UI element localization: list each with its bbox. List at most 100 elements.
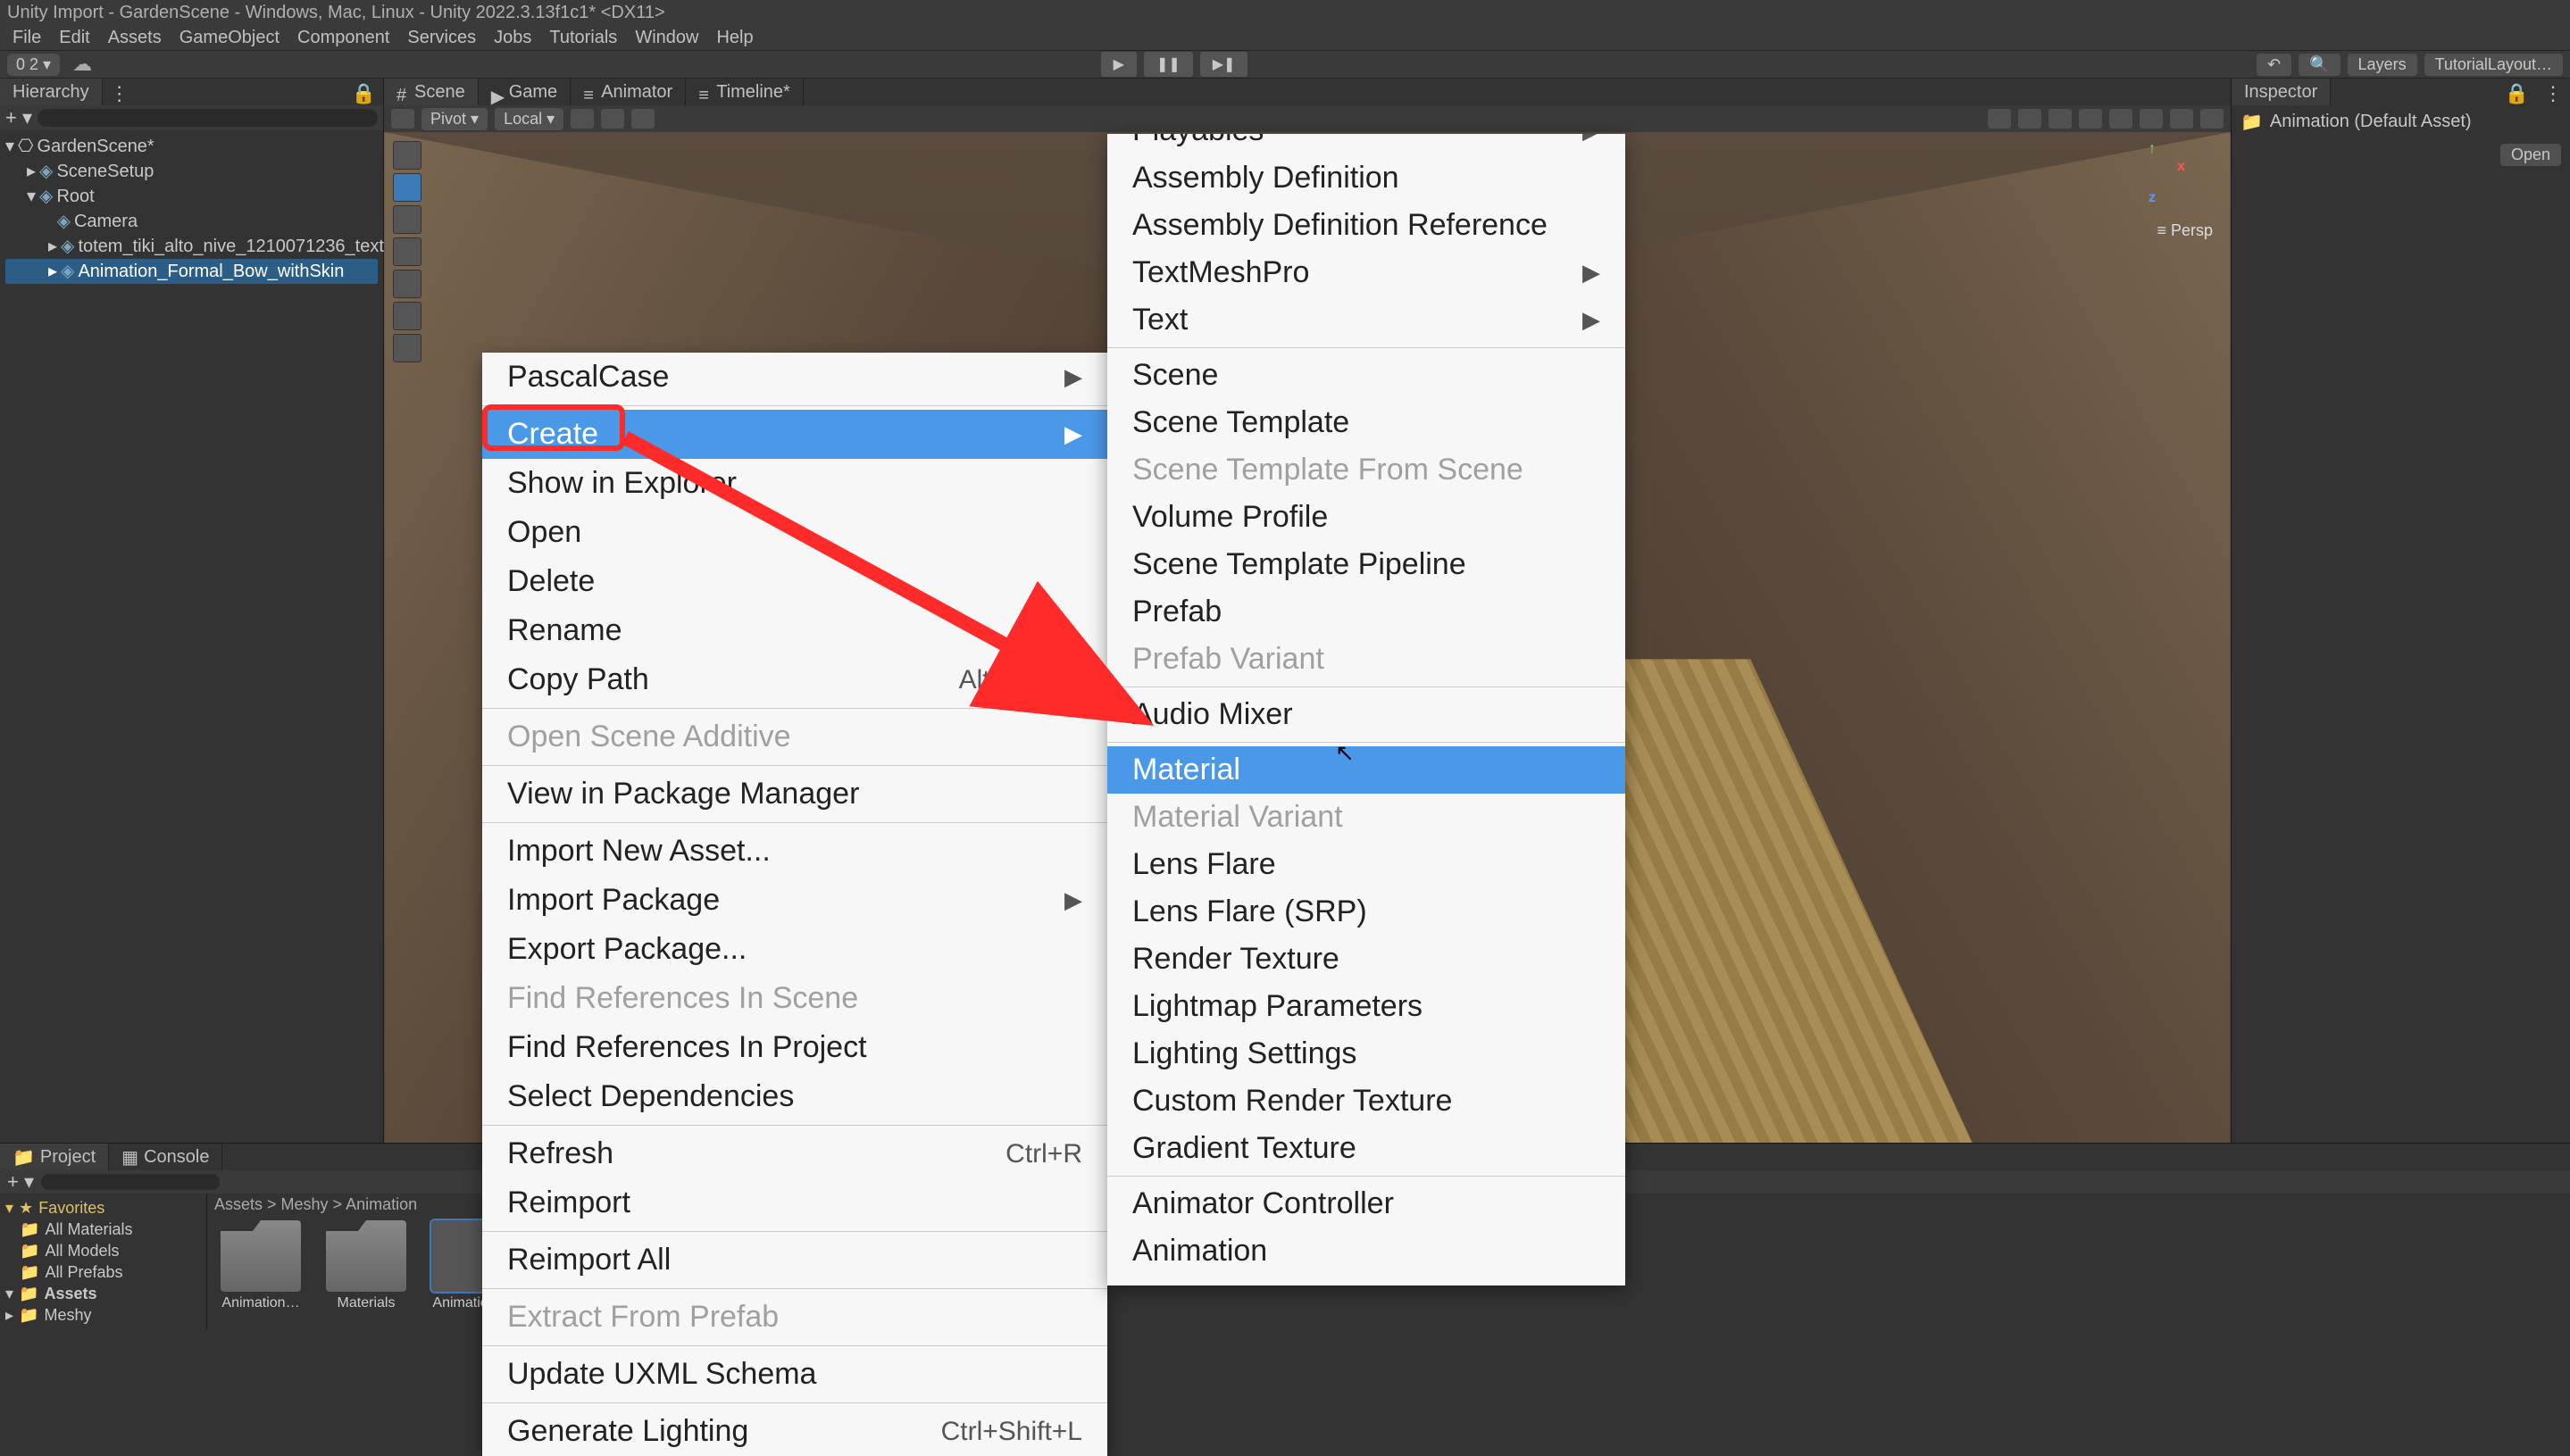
layout-dropdown[interactable]: TutorialLayout…: [2424, 54, 2563, 76]
open-button[interactable]: Open: [2500, 144, 2561, 166]
assets-context-menu[interactable]: PascalCase▶Create▶Show in ExplorerOpenDe…: [482, 353, 1107, 1456]
create-item-lens-flare-srp-[interactable]: Lens Flare (SRP): [1107, 888, 1625, 936]
expand-icon[interactable]: ▾: [5, 1283, 13, 1304]
ctx-item-open[interactable]: Open: [482, 508, 1107, 557]
create-item-scene-template[interactable]: Scene Template: [1107, 399, 1625, 446]
expand-icon[interactable]: ▾: [5, 134, 14, 159]
create-item-render-texture[interactable]: Render Texture: [1107, 936, 1625, 983]
draw-mode-icon[interactable]: [1988, 109, 2011, 129]
ctx-item-view-in-package-manager[interactable]: View in Package Manager: [482, 770, 1107, 819]
hierarchy-item[interactable]: ▸◈Animation_Formal_Bow_withSkin: [5, 259, 378, 284]
create-item-gradient-texture[interactable]: Gradient Texture: [1107, 1125, 1625, 1172]
ctx-item-generate-lighting[interactable]: Generate LightingCtrl+Shift+L: [482, 1407, 1107, 1456]
menu-help[interactable]: Help: [707, 26, 762, 50]
expand-icon[interactable]: [5, 1219, 14, 1240]
create-item-scene[interactable]: Scene: [1107, 352, 1625, 399]
search-icon[interactable]: 🔍: [2299, 54, 2340, 76]
hierarchy-search[interactable]: [38, 109, 378, 127]
folder-tree-item[interactable]: ▾📁Assets: [5, 1283, 201, 1304]
hierarchy-item[interactable]: ▾◈Root: [5, 184, 378, 209]
snap-icon[interactable]: [601, 109, 624, 129]
inspector-lock-icon[interactable]: 🔒: [2498, 79, 2536, 105]
undo-history-icon[interactable]: ↶: [2257, 54, 2291, 76]
expand-icon[interactable]: [48, 209, 54, 234]
hierarchy-item[interactable]: ▸◈totem_tiki_alto_nive_1210071236_textur…: [5, 234, 378, 259]
lighting-icon[interactable]: [2048, 109, 2072, 129]
folder-tree-item[interactable]: 📁All Models: [5, 1240, 201, 1261]
create-item-volume-profile[interactable]: Volume Profile: [1107, 494, 1625, 541]
project-search[interactable]: [41, 1174, 220, 1190]
inspector-menu-icon[interactable]: ⋮: [2536, 79, 2570, 105]
scale-tool-icon[interactable]: [393, 237, 421, 266]
audio-icon[interactable]: [2079, 109, 2102, 129]
menu-tutorials[interactable]: Tutorials: [540, 26, 626, 50]
gizmo-y-axis[interactable]: ↑: [2149, 141, 2156, 157]
expand-icon[interactable]: ▾: [5, 1197, 13, 1219]
pause-button[interactable]: ❚❚: [1144, 52, 1193, 77]
menu-services[interactable]: Services: [398, 26, 485, 50]
create-dropdown-icon[interactable]: + ▾: [5, 106, 32, 129]
ctx-item-delete[interactable]: Delete: [482, 557, 1107, 606]
ctx-item-export-package-[interactable]: Export Package...: [482, 925, 1107, 974]
ctx-item-import-package[interactable]: Import Package▶: [482, 876, 1107, 925]
menu-edit[interactable]: Edit: [50, 26, 98, 50]
tab-timeline[interactable]: ≡Timeline*: [686, 79, 804, 105]
create-item-lighting-settings[interactable]: Lighting Settings: [1107, 1030, 1625, 1077]
ctx-item-find-references-in-project[interactable]: Find References In Project: [482, 1023, 1107, 1072]
expand-icon[interactable]: ▸: [48, 259, 57, 284]
grid-icon[interactable]: [571, 109, 594, 129]
create-item-textmeshpro[interactable]: TextMeshPro▶: [1107, 249, 1625, 296]
expand-icon[interactable]: ▸: [48, 234, 57, 259]
tab-animator[interactable]: ≡Animator: [571, 79, 686, 105]
console-tab[interactable]: ▦ Console: [109, 1144, 222, 1170]
rect-tool-icon[interactable]: [393, 270, 421, 298]
ctx-item-pascalcase[interactable]: PascalCase▶: [482, 353, 1107, 402]
perspective-label[interactable]: ≡ Persp: [2157, 221, 2213, 240]
history-dropdown[interactable]: 0 2 ▾: [7, 54, 60, 76]
create-item-prefab[interactable]: Prefab: [1107, 588, 1625, 636]
play-button[interactable]: ▶: [1101, 52, 1137, 77]
expand-icon[interactable]: ▾: [27, 184, 36, 209]
panel-options-icon[interactable]: ⋮: [103, 79, 137, 105]
folder-tree-item[interactable]: 📁All Materials: [5, 1219, 201, 1240]
cloud-icon[interactable]: ☁: [72, 53, 92, 76]
gizmo-z-axis[interactable]: z: [2149, 190, 2156, 206]
project-add-icon[interactable]: + ▾: [7, 1170, 34, 1194]
ctx-item-copy-path[interactable]: Copy PathAlt+Ctrl+C: [482, 655, 1107, 704]
create-item-assembly-definition-reference[interactable]: Assembly Definition Reference: [1107, 202, 1625, 249]
tool-handle-icon[interactable]: [391, 109, 414, 129]
menu-component[interactable]: Component: [288, 26, 398, 50]
hierarchy-tab[interactable]: Hierarchy: [0, 79, 103, 105]
expand-icon[interactable]: ▸: [27, 159, 36, 184]
create-item-animation[interactable]: Animation: [1107, 1227, 1625, 1275]
create-item-assembly-definition[interactable]: Assembly Definition: [1107, 154, 1625, 202]
project-tab[interactable]: 📁 Project: [0, 1144, 109, 1170]
snap-increment-icon[interactable]: [631, 109, 655, 129]
custom-tool-icon[interactable]: [393, 334, 421, 362]
inspector-tab[interactable]: Inspector: [2232, 79, 2331, 105]
hand-tool-icon[interactable]: [393, 141, 421, 170]
expand-icon[interactable]: [5, 1261, 14, 1283]
ctx-item-rename[interactable]: Rename: [482, 606, 1107, 655]
expand-icon[interactable]: [5, 1240, 14, 1261]
menu-assets[interactable]: Assets: [99, 26, 171, 50]
create-item-custom-render-texture[interactable]: Custom Render Texture: [1107, 1077, 1625, 1125]
camera-icon[interactable]: [2200, 109, 2224, 129]
menu-file[interactable]: File: [4, 26, 50, 50]
hierarchy-item[interactable]: ▾⎔GardenScene*: [5, 134, 378, 159]
ctx-item-reimport[interactable]: Reimport: [482, 1178, 1107, 1227]
tab-game[interactable]: ▶Game: [479, 79, 571, 105]
create-item-audio-mixer[interactable]: Audio Mixer: [1107, 691, 1625, 738]
create-item-lightmap-parameters[interactable]: Lightmap Parameters: [1107, 983, 1625, 1030]
hierarchy-item[interactable]: ▸◈SceneSetup: [5, 159, 378, 184]
ctx-item-import-new-asset-[interactable]: Import New Asset...: [482, 827, 1107, 876]
folder-tree-item[interactable]: 📁All Prefabs: [5, 1261, 201, 1283]
create-item-lens-flare[interactable]: Lens Flare: [1107, 841, 1625, 888]
create-item-playables[interactable]: Playables▶: [1107, 134, 1625, 154]
panel-lock-icon[interactable]: 🔒: [345, 79, 383, 105]
gizmo-x-axis[interactable]: x: [2177, 159, 2185, 175]
tab-scene[interactable]: #Scene: [384, 79, 479, 105]
ctx-item-select-dependencies[interactable]: Select Dependencies: [482, 1072, 1107, 1121]
folder-tree-item[interactable]: ▾★Favorites: [5, 1197, 201, 1219]
create-item-material[interactable]: Material: [1107, 746, 1625, 794]
